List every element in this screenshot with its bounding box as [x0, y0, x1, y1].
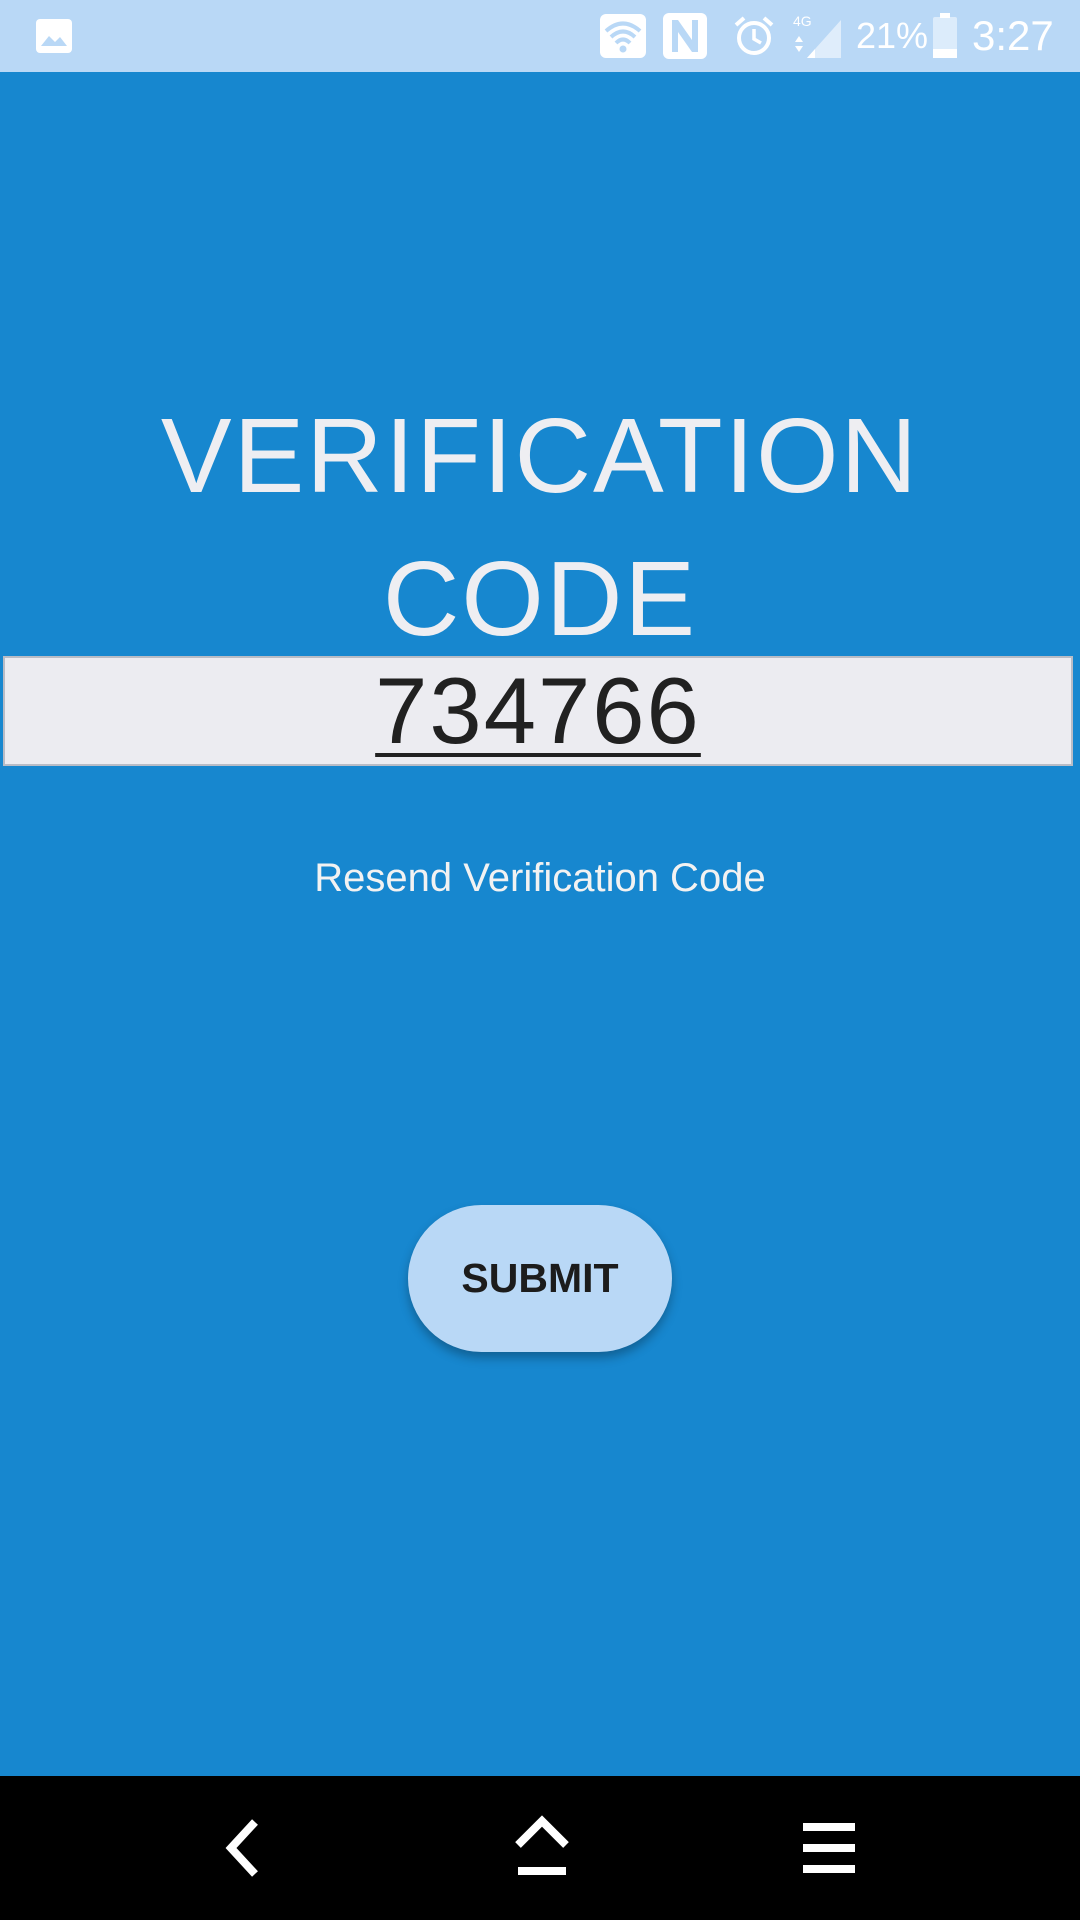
verification-code-input[interactable]: 734766 [3, 656, 1073, 766]
clock: 3:27 [972, 12, 1054, 59]
title-line-2: CODE [382, 540, 698, 658]
resend-code-link[interactable]: Resend Verification Code [0, 852, 1080, 904]
status-bar: 4G 21% 3:27 [0, 0, 1080, 72]
home-icon[interactable] [482, 1776, 602, 1920]
signal-4g-icon: 4G [790, 0, 844, 72]
alarm-icon [730, 0, 778, 72]
nfc-icon [660, 0, 710, 72]
title-line-1: VERIFICATION [160, 397, 920, 515]
wifi-icon [598, 0, 648, 72]
verification-code-value[interactable]: 734766 [375, 657, 701, 765]
page-title: VERIFICATION CODE [0, 385, 1080, 671]
battery-percentage: 21% [856, 15, 929, 56]
svg-text:4G: 4G [793, 13, 812, 29]
navigation-bar [0, 1776, 1080, 1920]
back-icon[interactable] [182, 1776, 302, 1920]
menu-icon[interactable] [769, 1776, 889, 1920]
gallery-icon [34, 0, 74, 72]
battery-icon [930, 0, 960, 72]
submit-button[interactable]: SUBMIT [408, 1205, 672, 1352]
